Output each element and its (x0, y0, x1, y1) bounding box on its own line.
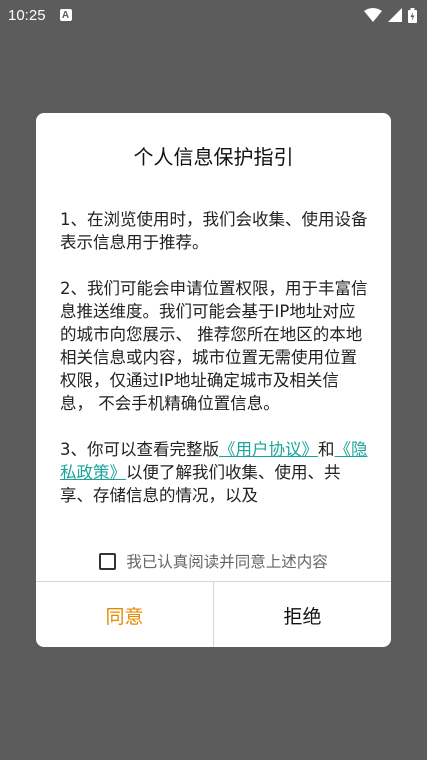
paragraph-3-and: 和 (318, 440, 335, 459)
wifi-icon (364, 8, 382, 22)
paragraph-3-prefix: 3、你可以查看完整版 (60, 440, 219, 459)
button-row: 同意 拒绝 (36, 581, 391, 647)
battery-icon (408, 7, 417, 23)
agree-checkbox-label[interactable]: 我已认真阅读并同意上述内容 (126, 550, 328, 572)
screen: 10:25 A 个人信息保护指引 1、在浏览使用时，我们会收集、使用设备表示信息… (0, 0, 427, 760)
refuse-button[interactable]: 拒绝 (214, 582, 391, 647)
notification-a-icon: A (59, 9, 72, 21)
user-agreement-link[interactable]: 《用户协议》 (219, 440, 318, 459)
agree-checkbox[interactable] (99, 552, 117, 570)
agree-row[interactable]: 我已认真阅读并同意上述内容 (36, 550, 391, 572)
paragraph-3: 3、你可以查看完整版《用户协议》和《隐私政策》以便了解我们收集、使用、共享、存储… (60, 438, 370, 507)
privacy-content-scroll[interactable]: 1、在浏览使用时，我们会收集、使用设备表示信息用于推荐。 2、我们可能会申请位置… (60, 208, 370, 520)
status-bar: 10:25 A (0, 0, 427, 30)
status-left: 10:25 A (8, 7, 72, 24)
paragraph-2: 2、我们可能会申请位置权限，用于丰富信息推送维度。我们可能会基于IP地址对应的城… (60, 279, 368, 413)
paragraph-1: 1、在浏览使用时，我们会收集、使用设备表示信息用于推荐。 (60, 210, 368, 252)
signal-icon (388, 8, 402, 22)
status-time: 10:25 (8, 6, 46, 24)
agree-button[interactable]: 同意 (36, 582, 214, 647)
status-right (364, 7, 417, 23)
privacy-dialog: 个人信息保护指引 1、在浏览使用时，我们会收集、使用设备表示信息用于推荐。 2、… (36, 113, 391, 647)
dialog-title: 个人信息保护指引 (133, 145, 294, 169)
